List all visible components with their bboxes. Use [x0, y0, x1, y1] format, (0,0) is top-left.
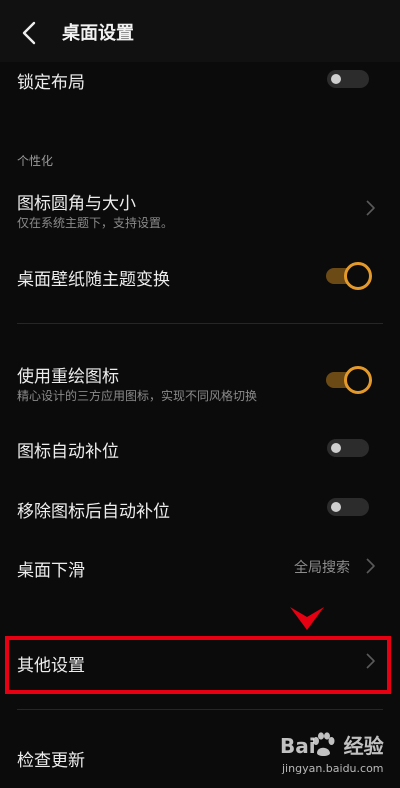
toggle-knob: [344, 366, 372, 394]
auto-fill-toggle[interactable]: [327, 439, 369, 457]
divider: [17, 323, 383, 324]
highlight-box: [5, 636, 391, 694]
paw-logo-icon: [313, 732, 335, 756]
toggle-knob: [331, 74, 341, 84]
wallpaper-follow-theme-toggle[interactable]: [326, 262, 372, 290]
chevron-right-icon: [366, 200, 375, 216]
toggle-knob: [344, 262, 372, 290]
arrow-down-icon: [290, 607, 324, 630]
auto-fill-label: 图标自动补位: [17, 442, 119, 462]
auto-fill-after-remove-toggle[interactable]: [327, 498, 369, 516]
toggle-knob: [331, 443, 341, 453]
chevron-left-icon[interactable]: [18, 20, 40, 46]
wallpaper-follow-theme-label: 桌面壁纸随主题变换: [17, 270, 170, 290]
check-update-label: 检查更新: [17, 751, 85, 771]
swipe-down-label: 桌面下滑: [17, 561, 85, 581]
lock-layout-label: 锁定布局: [17, 73, 85, 93]
redraw-icons-label: 使用重绘图标: [17, 367, 119, 387]
auto-fill-after-remove-label: 移除图标后自动补位: [17, 502, 170, 522]
toggle-knob: [331, 502, 341, 512]
section-personalization-label: 个性化: [17, 154, 54, 168]
redraw-icons-toggle[interactable]: [326, 366, 372, 394]
baidu-jingyan-watermark: Bai 经验 jingyan.baidu.com: [270, 730, 396, 786]
redraw-icons-description: 精心设计的三方应用图标，实现不同风格切换: [17, 389, 258, 403]
lock-layout-toggle[interactable]: [327, 70, 369, 88]
watermark-brand-right: 经验: [343, 734, 384, 758]
chevron-right-icon: [366, 558, 375, 574]
title-bar: 桌面设置: [0, 0, 400, 62]
divider: [17, 709, 383, 710]
page-title: 桌面设置: [62, 23, 134, 44]
icon-corner-size-label: 图标圆角与大小: [17, 194, 136, 214]
watermark-url: jingyan.baidu.com: [282, 762, 384, 775]
swipe-down-value: 全局搜索: [294, 560, 350, 576]
icon-corner-size-description: 仅在系统主题下，支持设置。: [17, 216, 174, 230]
